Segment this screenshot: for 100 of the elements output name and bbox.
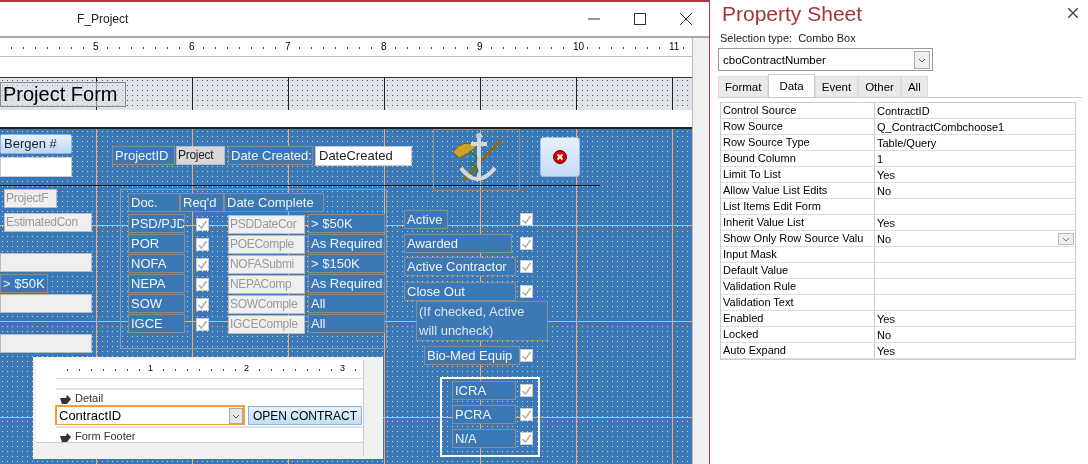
- checkbox[interactable]: [520, 384, 533, 397]
- threshold-label: All: [308, 314, 385, 333]
- checkbox[interactable]: [520, 213, 533, 226]
- doc-label: POR: [128, 234, 185, 253]
- checkbox[interactable]: [196, 318, 209, 331]
- property-value[interactable]: Q_ContractCombchoose1: [875, 119, 1075, 134]
- selection-type-label: Selection type:: [720, 32, 793, 44]
- doc-label: SOW: [128, 294, 185, 313]
- ruler-number: 8: [380, 41, 388, 52]
- property-name: Show Only Row Source Valu: [721, 231, 875, 246]
- close-icon[interactable]: [680, 13, 692, 25]
- property-value[interactable]: Table/Query: [875, 135, 1075, 150]
- text-field[interactable]: DateCreated: [315, 146, 412, 166]
- status-label: Awarded: [404, 234, 512, 253]
- checkbox[interactable]: [520, 408, 533, 421]
- ruler-number: 2: [244, 363, 249, 373]
- ruler-number: 11: [668, 41, 681, 52]
- threshold-label: As Required: [308, 274, 385, 293]
- column-header: Doc.: [128, 193, 180, 212]
- column-header: Date Complete: [224, 193, 324, 212]
- property-name: Row Source Type: [721, 135, 875, 150]
- checkbox[interactable]: [196, 218, 209, 231]
- property-value[interactable]: Yes: [875, 215, 1075, 230]
- ruler-number: 9: [476, 41, 484, 52]
- property-value[interactable]: No: [875, 183, 1075, 198]
- combo-box[interactable]: ContractID: [55, 405, 245, 425]
- property-tab[interactable]: All: [900, 76, 928, 97]
- checkbox[interactable]: [196, 298, 209, 311]
- field-label: Date Created:: [228, 146, 313, 165]
- property-name: Limit To List: [721, 167, 875, 182]
- panel-title: Property Sheet: [722, 2, 863, 26]
- checkbox[interactable]: [520, 432, 533, 445]
- control-selector[interactable]: cboContractNumber: [718, 48, 933, 71]
- threshold-label: > $150K: [308, 254, 385, 273]
- property-value[interactable]: ContractID: [875, 103, 1075, 118]
- property-name: Validation Text: [721, 295, 875, 310]
- property-tab[interactable]: Other: [858, 76, 901, 97]
- text-field[interactable]: [0, 253, 92, 272]
- column-header: Req'd: [180, 193, 224, 212]
- vertical-scrollbar[interactable]: [692, 38, 709, 464]
- close-icon[interactable]: [1068, 8, 1078, 18]
- close-icon: [553, 150, 567, 164]
- threshold-label: > $50K: [308, 214, 385, 233]
- property-name: List Items Edit Form: [721, 199, 875, 214]
- property-name: Input Mask: [721, 247, 875, 262]
- subform-control[interactable]: 1 2 3 Detail ContractID OPEN CONTRACT Form Footer: [33, 357, 383, 459]
- checkbox[interactable]: [520, 349, 533, 362]
- ruler-number: 7: [284, 41, 292, 52]
- checkbox[interactable]: [520, 285, 533, 298]
- ruler-number: 5: [92, 41, 100, 52]
- property-value[interactable]: No: [875, 231, 1075, 246]
- dropdown-icon[interactable]: [229, 407, 243, 424]
- form-title-label: Project Form: [0, 82, 126, 107]
- ruler-number: 10: [572, 41, 586, 52]
- threshold-label: All: [308, 294, 385, 313]
- property-name: Allow Value List Edits: [721, 183, 875, 198]
- property-name: Validation Rule: [721, 279, 875, 294]
- property-tab[interactable]: Event: [814, 76, 859, 97]
- property-name: Enabled: [721, 311, 875, 326]
- property-name: Default Value: [721, 263, 875, 278]
- checkbox[interactable]: [520, 237, 533, 250]
- property-name: Bound Column: [721, 151, 875, 166]
- checkbox[interactable]: [520, 260, 533, 273]
- text-field[interactable]: Project: [176, 146, 225, 165]
- open-contract-button[interactable]: OPEN CONTRACT: [248, 406, 362, 425]
- maximize-icon[interactable]: [634, 13, 646, 25]
- field-label: ProjectID: [112, 146, 175, 165]
- property-tab[interactable]: Format: [718, 76, 769, 97]
- bergen-label[interactable]: Bergen #: [0, 134, 72, 154]
- property-name: Inherit Value List: [721, 215, 875, 230]
- checkbox[interactable]: [196, 278, 209, 291]
- property-name: Control Source: [721, 103, 875, 118]
- ruler-number: 6: [188, 41, 196, 52]
- property-name: Row Source: [721, 119, 875, 134]
- doc-label: IGCE: [128, 314, 185, 333]
- threshold-label: As Required: [308, 234, 385, 253]
- doc-label: NOFA: [128, 254, 185, 273]
- status-label: Close Out: [404, 282, 516, 301]
- text-field[interactable]: [0, 294, 92, 313]
- text-field[interactable]: [0, 334, 92, 353]
- checkbox[interactable]: [196, 238, 209, 251]
- property-value[interactable]: No: [875, 327, 1075, 342]
- horizontal-scrollbar[interactable]: [36, 442, 364, 456]
- status-label: Active Contractor: [404, 257, 516, 276]
- text-field[interactable]: [0, 157, 72, 177]
- close-button[interactable]: [540, 137, 580, 177]
- property-value[interactable]: 1: [875, 151, 1075, 166]
- property-tab[interactable]: Data: [768, 74, 815, 97]
- property-value[interactable]: Yes: [875, 343, 1075, 358]
- property-value[interactable]: Yes: [875, 311, 1075, 326]
- option-label: PCRA: [452, 405, 516, 424]
- vertical-scrollbar[interactable]: [363, 360, 380, 456]
- dropdown-icon[interactable]: [1058, 232, 1074, 245]
- ruler-number: 1: [148, 363, 153, 373]
- status-label: Bio-Med Equip: [424, 346, 520, 365]
- window-title: F_Project: [77, 12, 129, 26]
- section-bar: Detail: [56, 388, 364, 407]
- checkbox[interactable]: [196, 258, 209, 271]
- property-value[interactable]: Yes: [875, 167, 1075, 182]
- status-label: Active: [404, 210, 448, 229]
